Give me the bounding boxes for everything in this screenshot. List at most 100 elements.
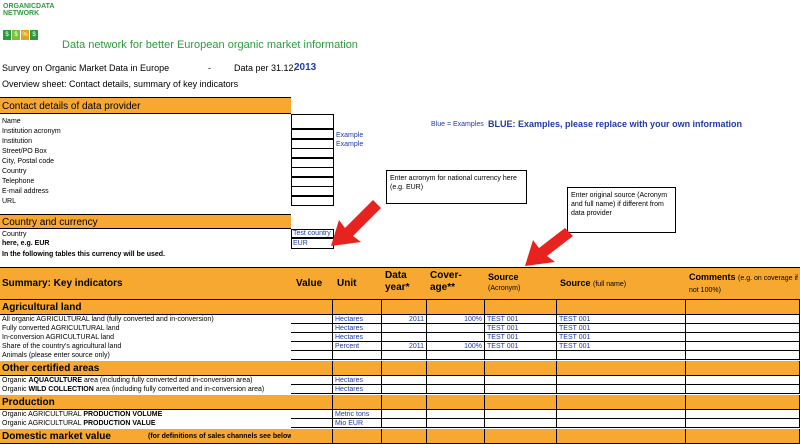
year-cell[interactable]	[382, 419, 427, 428]
contact-field-input[interactable]	[291, 114, 334, 129]
source-full-cell[interactable]	[557, 376, 686, 385]
source-full-cell[interactable]: TEST 001	[557, 342, 686, 351]
unit-cell[interactable]: Hectares	[333, 315, 382, 324]
source-full-cell[interactable]: TEST 001	[557, 333, 686, 342]
source-cell[interactable]	[485, 419, 557, 428]
year-cell[interactable]	[382, 376, 427, 385]
value-cell[interactable]	[291, 324, 333, 333]
contact-field-label: Institution	[2, 138, 32, 145]
contact-field-input[interactable]	[291, 129, 334, 139]
coverage-cell[interactable]	[427, 351, 485, 360]
col-source-full: Source (full name)	[560, 278, 626, 288]
unit-cell[interactable]	[333, 351, 382, 360]
contact-field-input[interactable]	[291, 148, 334, 158]
source-cell[interactable]: TEST 001	[485, 342, 557, 351]
coverage-cell[interactable]	[427, 385, 485, 394]
source-full-cell	[557, 429, 686, 444]
summary-header: Summary: Key indicators	[2, 278, 123, 289]
year-cell[interactable]	[382, 410, 427, 419]
comments-cell[interactable]	[686, 376, 800, 385]
coverage-cell[interactable]	[427, 333, 485, 342]
unit-cell[interactable]: Hectares	[333, 324, 382, 333]
source-cell	[485, 300, 557, 315]
country-label: Country	[2, 231, 27, 238]
comments-cell[interactable]	[686, 385, 800, 394]
contact-field-label: Name	[2, 118, 21, 125]
value-cell[interactable]	[291, 419, 333, 428]
comments-cell[interactable]	[686, 410, 800, 419]
value-cell[interactable]	[291, 315, 333, 324]
unit-cell[interactable]: Hectares	[333, 376, 382, 385]
year-cell[interactable]: 2011	[382, 342, 427, 351]
year-cell[interactable]	[382, 385, 427, 394]
unit-cell[interactable]: Metric tons	[333, 410, 382, 419]
example-2: Example	[336, 141, 364, 148]
year-cell[interactable]: 2011	[382, 315, 427, 324]
col-comments-label: Comments	[689, 272, 736, 282]
row-label: Animals (please enter source only)	[2, 352, 110, 359]
comments-cell[interactable]	[686, 351, 800, 360]
coverage-cell[interactable]	[427, 419, 485, 428]
source-full-cell[interactable]: TEST 001	[557, 324, 686, 333]
logo-line2: NETWORK	[3, 10, 40, 17]
contact-field-label: URL	[2, 198, 17, 205]
year-cell[interactable]	[382, 324, 427, 333]
source-cell[interactable]	[485, 376, 557, 385]
survey-title: Survey on Organic Market Data in Europe	[2, 63, 170, 73]
unit-cell[interactable]: Hectares	[333, 385, 382, 394]
coverage-cell[interactable]	[427, 410, 485, 419]
comments-cell[interactable]	[686, 342, 800, 351]
contact-field-input[interactable]	[291, 186, 334, 196]
coverage-cell[interactable]: 100%	[427, 315, 485, 324]
comments-cell[interactable]	[686, 419, 800, 428]
comments-cell[interactable]	[686, 315, 800, 324]
legend-big: BLUE: Examples, please replace with your…	[488, 119, 743, 129]
coverage-cell[interactable]	[427, 324, 485, 333]
year-cell[interactable]	[382, 333, 427, 342]
col-source: Source (Acronym)	[488, 272, 520, 294]
section-domestic-market-sub: (for definitions of sales channels see b…	[148, 433, 296, 440]
source-cell[interactable]: TEST 001	[485, 333, 557, 342]
value-cell[interactable]	[291, 385, 333, 394]
source-full-cell[interactable]	[557, 351, 686, 360]
coverage-cell	[427, 361, 485, 376]
comments-cell[interactable]	[686, 333, 800, 342]
unit-cell[interactable]: Mio EUR	[333, 419, 382, 428]
source-cell[interactable]	[485, 410, 557, 419]
source-cell[interactable]: TEST 001	[485, 315, 557, 324]
year-cell[interactable]	[382, 351, 427, 360]
col-source-sub: (Acronym)	[488, 285, 521, 292]
survey-year[interactable]: 2013	[294, 62, 316, 73]
data-per-label: Data per 31.12.	[234, 63, 297, 73]
source-full-cell[interactable]	[557, 419, 686, 428]
row-label: Organic AQUACULTURE area (including full…	[2, 377, 252, 384]
unit-cell[interactable]: Percent	[333, 342, 382, 351]
logo: ORGANICDATA NETWORK $ $% $	[3, 3, 54, 41]
value-cell[interactable]	[291, 376, 333, 385]
source-full-cell[interactable]	[557, 410, 686, 419]
value-cell[interactable]	[291, 351, 333, 360]
coverage-cell[interactable]: 100%	[427, 342, 485, 351]
row-label: Organic AGRICULTURAL PRODUCTION VOLUME	[2, 411, 162, 418]
coverage-cell[interactable]	[427, 376, 485, 385]
source-full-cell[interactable]: TEST 001	[557, 315, 686, 324]
contact-field-input[interactable]	[291, 176, 334, 187]
contact-field-input[interactable]	[291, 167, 334, 177]
source-note: Enter original source (Acronym and full …	[567, 187, 676, 233]
contact-field-input[interactable]	[291, 157, 334, 168]
comments-cell[interactable]	[686, 324, 800, 333]
year-cell	[382, 395, 427, 410]
unit-cell[interactable]: Hectares	[333, 333, 382, 342]
contact-field-input[interactable]	[291, 138, 334, 149]
source-full-cell[interactable]	[557, 385, 686, 394]
row-label: Share of the country's agricultural land	[2, 343, 122, 350]
source-cell[interactable]: TEST 001	[485, 324, 557, 333]
value-cell[interactable]	[291, 410, 333, 419]
value-cell[interactable]	[291, 342, 333, 351]
value-cell[interactable]	[291, 333, 333, 342]
row-label-post: area (including fully converted and in-c…	[93, 386, 265, 393]
row-label-pre: Organic AGRICULTURAL	[2, 411, 84, 418]
source-cell[interactable]	[485, 351, 557, 360]
source-cell	[485, 429, 557, 444]
source-cell[interactable]	[485, 385, 557, 394]
